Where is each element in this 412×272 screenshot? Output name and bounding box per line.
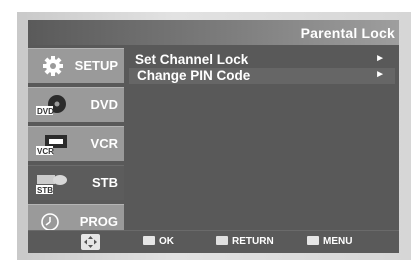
sidebar-item-label: SETUP (74, 58, 118, 73)
dvd-disc-icon: DVD (36, 94, 70, 116)
sidebar-item-label: STB (92, 175, 118, 190)
tv-screen: Parental Lock SETUP DVD DVD VCR VCR STB … (17, 12, 411, 260)
title-bar: Parental Lock (28, 20, 399, 45)
gear-icon (36, 55, 70, 77)
menu-label: MENU (323, 236, 353, 247)
menu-item-label: Set Channel Lock (135, 52, 249, 67)
button-hint-bar: OK RETURN MENU (28, 230, 399, 253)
sidebar-item-label: PROG (79, 214, 118, 229)
osd-frame: Parental Lock SETUP DVD DVD VCR VCR STB … (28, 20, 399, 253)
return-key-icon (216, 236, 228, 245)
menu-item-label: Change PIN Code (137, 68, 251, 83)
dvd-icon-text: DVD (37, 107, 54, 116)
return-label: RETURN (232, 236, 274, 247)
ok-hint: OK (143, 236, 174, 247)
page-title: Parental Lock (300, 25, 395, 41)
menu-hint: MENU (307, 236, 352, 247)
stb-box-icon: STB (36, 172, 70, 195)
menu-key-icon (307, 236, 319, 245)
vcr-icon-text: VCR (37, 147, 54, 155)
return-hint: RETURN (216, 236, 274, 247)
directional-pad-icon (81, 234, 100, 250)
menu-panel: Set Channel Lock ► Change PIN Code ► (125, 48, 399, 228)
sidebar-item-vcr[interactable]: VCR VCR (28, 126, 124, 161)
sidebar: SETUP DVD DVD VCR VCR STB STB PROG (28, 48, 124, 243)
sidebar-item-label: DVD (90, 97, 118, 112)
vcr-tape-icon: VCR (36, 133, 70, 156)
arrow-right-icon: ► (375, 53, 385, 64)
menu-item-change-pin-code[interactable]: Change PIN Code ► (129, 68, 395, 84)
sidebar-item-stb[interactable]: STB STB (28, 165, 124, 200)
sidebar-item-label: VCR (90, 136, 118, 151)
menu-item-set-channel-lock[interactable]: Set Channel Lock ► (129, 52, 395, 68)
ok-key-icon (143, 236, 155, 245)
sidebar-item-dvd[interactable]: DVD DVD (28, 87, 124, 122)
stb-icon-text: STB (37, 186, 53, 194)
sidebar-item-setup[interactable]: SETUP (28, 48, 124, 83)
ok-label: OK (159, 236, 174, 247)
arrow-right-icon: ► (375, 69, 385, 80)
